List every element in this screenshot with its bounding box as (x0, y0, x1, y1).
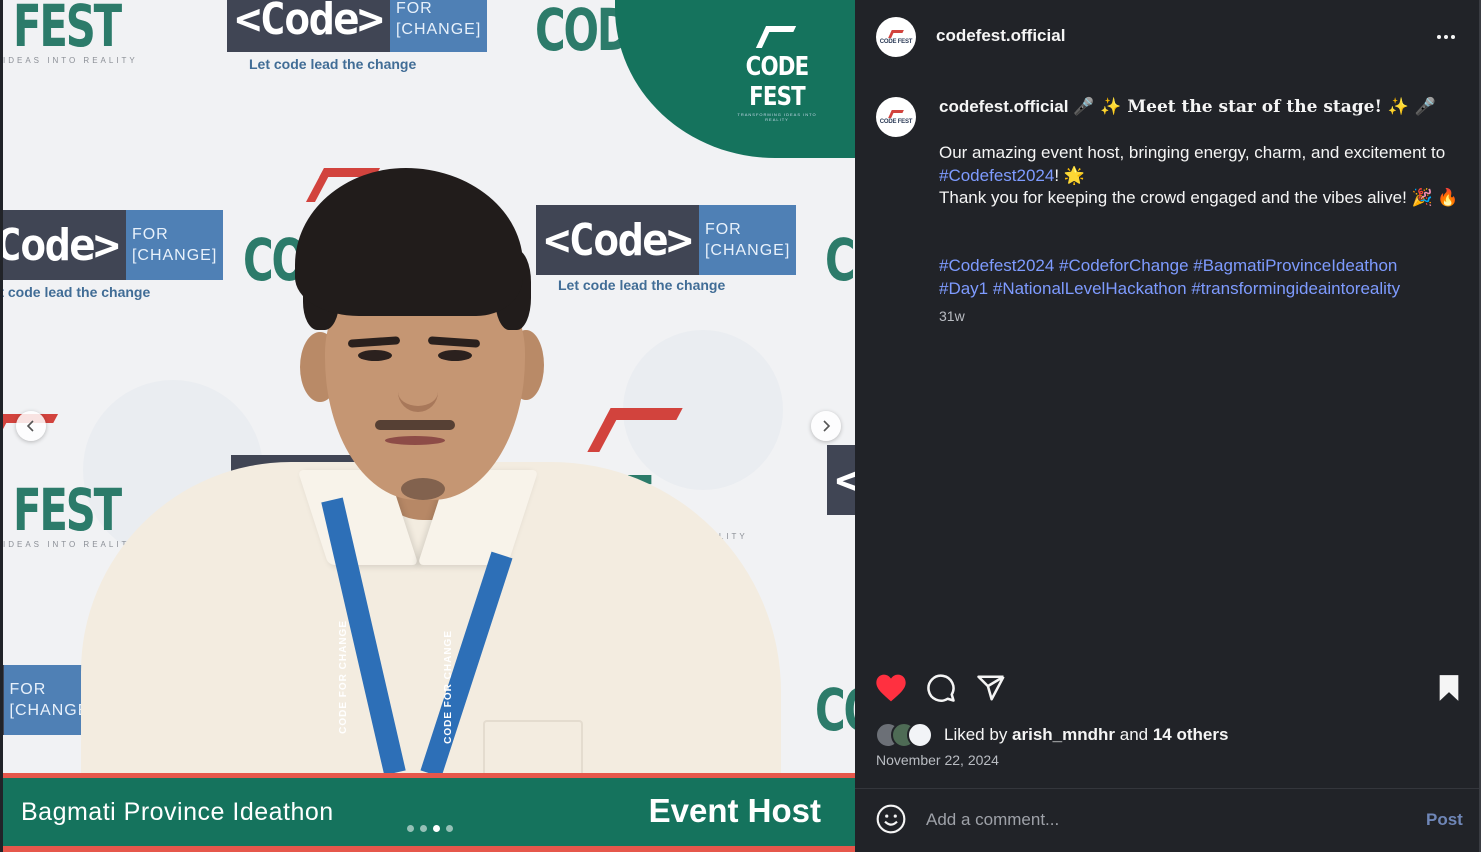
caption-username[interactable]: codefest.official (939, 97, 1068, 116)
share-button[interactable] (975, 672, 1007, 704)
comment-divider (855, 788, 1479, 789)
chevron-right-icon (823, 420, 831, 432)
heart-filled-icon (876, 674, 906, 702)
header-avatar[interactable]: CODE FEST (876, 17, 916, 57)
caption-body: Our amazing event host, bringing energy,… (939, 143, 1459, 207)
like-button[interactable] (875, 672, 907, 704)
slide-dot (420, 825, 427, 832)
lanyard-text-right: CODE FOR CHANGE (443, 630, 454, 744)
comment-icon (927, 674, 955, 702)
header-username[interactable]: codefest.official (936, 26, 1065, 46)
emoji-button[interactable] (875, 803, 907, 835)
chevron-left-icon (26, 420, 34, 432)
previous-slide-button[interactable] (16, 411, 46, 441)
likes-others-link[interactable]: 14 others (1153, 725, 1229, 744)
likes-summary: Liked by arish_mndhr and 14 others (944, 725, 1229, 744)
more-horizontal-icon (1437, 35, 1441, 39)
lanyard-text-left: CODE FOR CHANGE (338, 620, 349, 734)
emoji-smile-icon (876, 804, 906, 834)
post-side-panel: CODE FEST codefest.official CODE FEST co… (855, 0, 1481, 852)
image-caption-bar: Bagmati Province Ideathon Event Host (3, 773, 855, 852)
event-name-label: Bagmati Province Ideathon (21, 798, 334, 826)
action-bar (855, 668, 1481, 708)
comment-button[interactable] (925, 672, 957, 704)
post-comment-button[interactable]: Post (1426, 810, 1463, 830)
next-slide-button[interactable] (811, 411, 841, 441)
caption-headline-text: 🎤 ✨ Meet the star of the stage! ✨ 🎤 (1073, 97, 1437, 117)
slide-dot (446, 825, 453, 832)
liker-avatar (907, 722, 933, 748)
liker-username[interactable]: arish_mndhr (1012, 725, 1115, 744)
slide-dot (433, 825, 440, 832)
send-icon (977, 675, 1005, 701)
role-label: Event Host (648, 792, 821, 829)
event-host-photo: CODE FOR CHANGE CODE FOR CHANGE (3, 0, 855, 852)
save-button[interactable] (1433, 672, 1465, 704)
caption-avatar[interactable]: CODE FEST (876, 97, 916, 137)
caption-thanks: Thank you for keeping the crowd engaged … (939, 188, 1459, 207)
caption-hashtags[interactable]: #Codefest2024 #CodeforChange #BagmatiPro… (939, 254, 1459, 300)
slide-dot (407, 825, 414, 832)
comment-input[interactable] (926, 806, 1406, 834)
caption-headline: codefest.official 🎤 ✨ Meet the star of t… (939, 97, 1436, 117)
post-date: November 22, 2024 (876, 752, 999, 768)
post-media: FEST IDEAS INTO REALITY <Code> FOR [CHANG… (3, 0, 855, 852)
slide-indicator (407, 825, 453, 832)
post-age[interactable]: 31w (939, 308, 965, 324)
bookmark-filled-icon (1439, 675, 1459, 701)
hashtag-link[interactable]: #Codefest2024 (939, 166, 1054, 185)
more-options-button[interactable] (1434, 25, 1458, 49)
